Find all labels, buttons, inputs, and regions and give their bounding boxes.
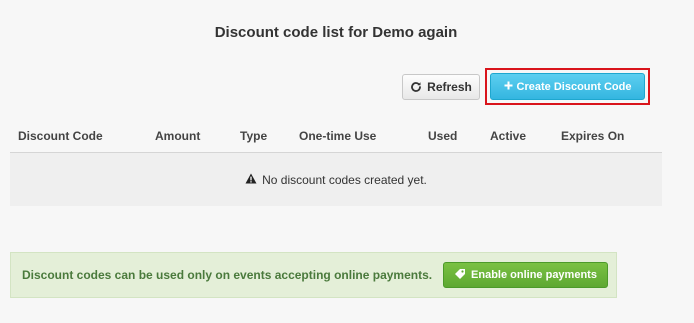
column-header-type: Type: [240, 129, 268, 143]
column-header-active: Active: [490, 129, 527, 143]
create-discount-code-button[interactable]: Create Discount Code: [490, 73, 645, 100]
table-header: Discount Code Amount Type One-time Use U…: [10, 122, 662, 153]
column-header-amount: Amount: [155, 129, 201, 143]
enable-online-payments-label: Enable online payments: [471, 269, 597, 281]
notice-message: Discount codes can be used only on event…: [22, 268, 433, 282]
column-header-used: Used: [428, 129, 458, 143]
empty-table-row: No discount codes created yet.: [10, 153, 662, 206]
tag-icon: [454, 268, 466, 283]
column-header-one-time-use: One-time Use: [299, 129, 377, 143]
refresh-button-label: Refresh: [427, 80, 472, 94]
page-title: Discount code list for Demo again: [214, 24, 458, 41]
create-discount-code-label: Create Discount Code: [516, 80, 632, 93]
enable-online-payments-button[interactable]: Enable online payments: [443, 262, 608, 288]
refresh-icon: [410, 81, 422, 93]
discount-code-page: Discount code list for Demo again Refres…: [0, 0, 694, 323]
empty-message: No discount codes created yet.: [262, 172, 427, 187]
refresh-button[interactable]: Refresh: [402, 74, 480, 100]
plus-icon: [504, 81, 513, 93]
column-header-expires-on: Expires On: [561, 129, 625, 143]
warning-icon: [245, 173, 257, 187]
online-payments-notice: Discount codes can be used only on event…: [10, 252, 617, 298]
column-header-discount-code: Discount Code: [18, 129, 103, 143]
